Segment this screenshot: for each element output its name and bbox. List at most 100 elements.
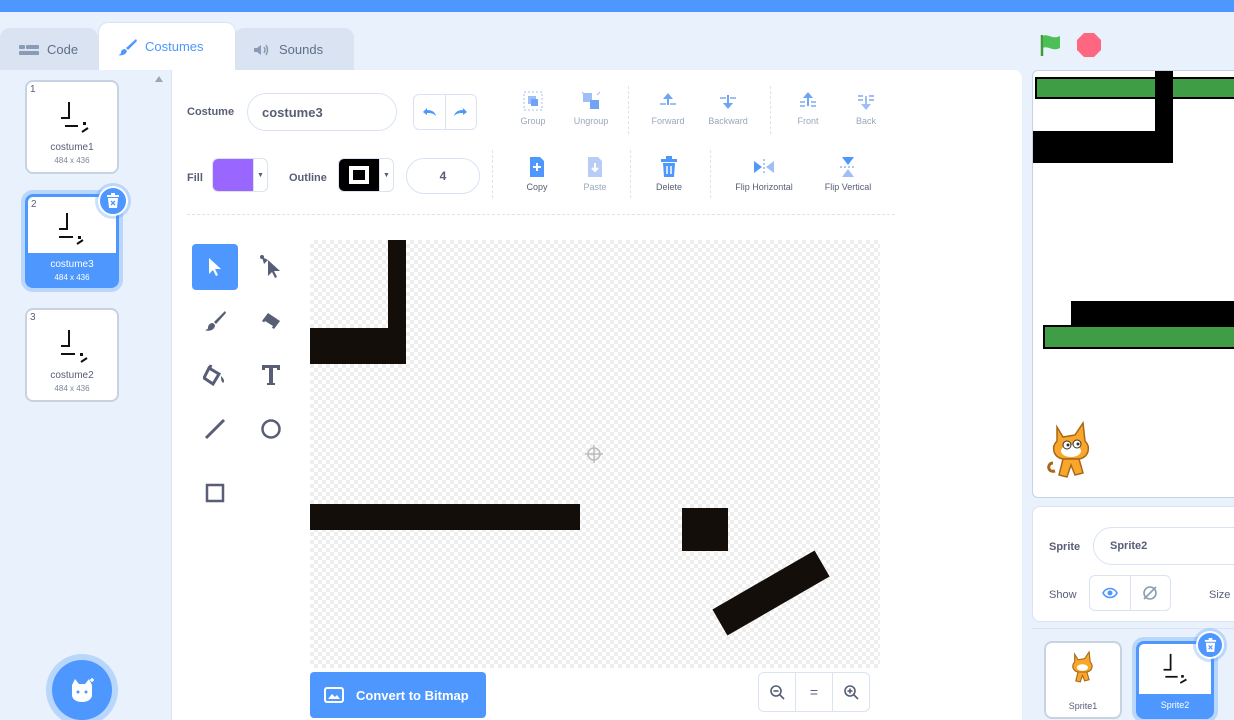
speaker-icon [254,44,269,55]
copy-icon [530,157,544,177]
green-flag-icon[interactable] [1038,32,1064,58]
costume-name: costume3 [50,259,94,270]
group-label: Group [520,116,546,126]
paint-editor: Costume costume3 Group Ungroup Forward B… [172,70,1022,720]
costume-list: 1 costume1 484 x 436 2 costume3 484 x 43… [0,70,172,720]
stage-sprite-shape [1035,77,1234,99]
flip-vertical-button[interactable]: Flip Vertical [812,156,884,192]
back-button[interactable]: Back [836,90,896,126]
reshape-tool[interactable] [248,244,294,290]
brush-icon [205,311,226,331]
delete-costume-button[interactable] [98,186,128,216]
forward-icon [660,93,676,105]
tab-code[interactable]: Code [0,28,98,70]
eraser-icon [262,313,280,329]
zoom-in-icon [844,685,859,700]
ungroup-button[interactable]: Ungroup [561,90,621,126]
brush-tool[interactable] [192,298,238,344]
text-t-icon [262,365,280,385]
backward-label: Backward [708,116,748,126]
costume-name-input[interactable]: costume3 [247,93,397,131]
outline-width-input[interactable]: 4 [406,158,480,194]
ungroup-label: Ungroup [573,116,609,126]
cat-sprite-icon [1072,650,1093,683]
costume-item-1[interactable]: 1 costume1 484 x 436 [25,80,119,174]
front-icon [800,92,816,107]
delete-button[interactable]: Delete [639,156,699,192]
canvas-shape[interactable] [682,508,728,551]
costume-item-3[interactable]: 3 costume2 484 x 436 [25,308,119,402]
backward-button[interactable]: Backward [698,90,758,126]
sprite-tile-name: Sprite1 [1068,701,1098,711]
stage[interactable] [1032,70,1234,498]
stage-sprite-shape [1033,131,1173,163]
outline-color-picker[interactable]: ▼ [338,158,394,192]
zoom-out-button[interactable] [759,673,795,711]
front-button[interactable]: Front [778,90,838,126]
sprite-list: Sprite1 Sprite2 [1032,628,1234,720]
flip-horizontal-button[interactable]: Flip Horizontal [722,156,806,192]
canvas-shape[interactable] [310,328,406,364]
scroll-up-arrow-icon[interactable] [155,76,163,82]
outline-dropdown-icon: ▼ [379,159,393,191]
rectangle-tool[interactable] [192,470,238,516]
zoom-reset-button[interactable]: = [795,673,832,711]
copy-button[interactable]: Copy [507,156,567,192]
show-hidden-button[interactable] [1129,576,1171,610]
show-visible-button[interactable] [1090,576,1130,610]
costume-list-scrollbar[interactable] [150,70,170,720]
canvas-shape[interactable] [310,504,580,530]
tab-costumes[interactable]: Costumes [98,22,236,70]
forward-label: Forward [651,116,685,126]
select-tool[interactable] [192,244,238,290]
paste-label: Paste [583,182,607,192]
text-tool[interactable] [248,352,294,398]
redo-button[interactable] [446,95,477,129]
backward-icon [720,95,736,109]
flip-vertical-icon [840,157,856,177]
stop-icon[interactable] [1076,32,1102,58]
group-button[interactable]: Group [503,90,563,126]
undo-button[interactable] [414,95,446,129]
choose-costume-button[interactable] [52,660,112,720]
cat-sprite-icon[interactable] [1045,419,1099,481]
outline-label: Outline [289,172,327,184]
paint-canvas[interactable] [310,240,880,668]
sprite-info-panel: Sprite Sprite2 Show Size [1032,506,1234,622]
sprite-label: Sprite [1049,541,1081,553]
costume-size: 484 x 436 [54,156,90,165]
copy-label: Copy [526,182,548,192]
zoom-in-button[interactable] [832,673,869,711]
tab-sounds[interactable]: Sounds [234,28,354,70]
back-icon [858,95,874,110]
sprite-tile-sprite1[interactable]: Sprite1 [1044,641,1122,719]
convert-to-bitmap-button[interactable]: Convert to Bitmap [310,672,486,718]
sprite-tile-name: Sprite2 [1160,700,1190,710]
eraser-tool[interactable] [248,298,294,344]
sprite-thumbnail [1163,653,1187,684]
forward-button[interactable]: Forward [638,90,698,126]
canvas-shape[interactable] [712,550,830,636]
select-arrow-icon [209,258,221,276]
costume-number: 2 [31,199,37,210]
line-tool[interactable] [192,406,238,452]
front-label: Front [797,116,819,126]
toolbar-divider [630,150,631,198]
costume-thumbnail [59,213,84,245]
paste-button[interactable]: Paste [565,156,625,192]
delete-sprite-button[interactable] [1196,631,1224,659]
stage-sprite-shape [1071,301,1234,327]
sprite-name-input[interactable]: Sprite2 [1093,527,1234,565]
fill-tool[interactable] [192,352,238,398]
zoom-controls: = [758,672,870,712]
toolbar-divider [710,150,711,198]
crosshair-icon [585,445,603,463]
reshape-icon [260,255,280,278]
circle-tool[interactable] [248,406,294,452]
costume-number: 3 [30,312,36,323]
back-label: Back [855,116,876,126]
group-icon [523,91,543,111]
toolbar-divider [187,214,895,215]
fill-color-picker[interactable]: ▼ [212,158,268,192]
brush-icon [118,38,137,55]
